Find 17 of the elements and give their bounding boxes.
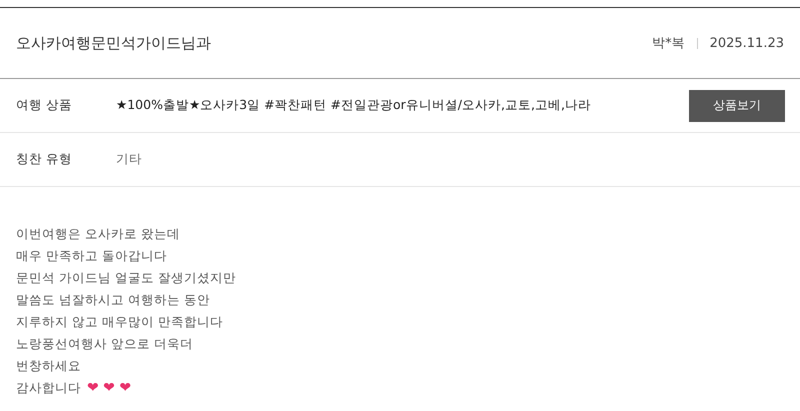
review-text-line: 문민석 가이드님 얼굴도 잘생기셨지만 (16, 269, 237, 287)
review-text-line: 감사합니다 (16, 379, 81, 397)
row-value: ★100%출발★오사카3일 #꽉찬패턴 #전일관광or유니버셜/오사카,교토,고베,나라 (116, 97, 592, 114)
view-product-button[interactable]: 상품보기 (689, 90, 785, 122)
review-text-line: 매우 만족하고 돌아갑니다 (16, 247, 168, 265)
row-value: 기타 (116, 151, 143, 168)
review-text-line: 말씀도 넘잘하시고 여행하는 동안 (16, 291, 211, 309)
review-text-line: 노랑풍선여행사 앞으로 더욱더 (16, 335, 194, 353)
row-label: 여행 상품 (16, 97, 73, 114)
row-label: 칭찬 유형 (16, 151, 73, 168)
review-text-line: 번창하세요 (16, 357, 82, 375)
review-date: 2025.11.23 (710, 36, 784, 50)
review-text-line: 이번여행은 오사카로 왔는데 (16, 225, 181, 243)
review-text-line: 지루하지 않고 매우많이 만족합니다 (16, 313, 224, 331)
author-name: 박*복 (652, 35, 685, 52)
review-title: 오사카여행문민석가이드님과 (16, 34, 212, 52)
hearts-emoji: ❤ ❤ ❤ (87, 379, 132, 398)
